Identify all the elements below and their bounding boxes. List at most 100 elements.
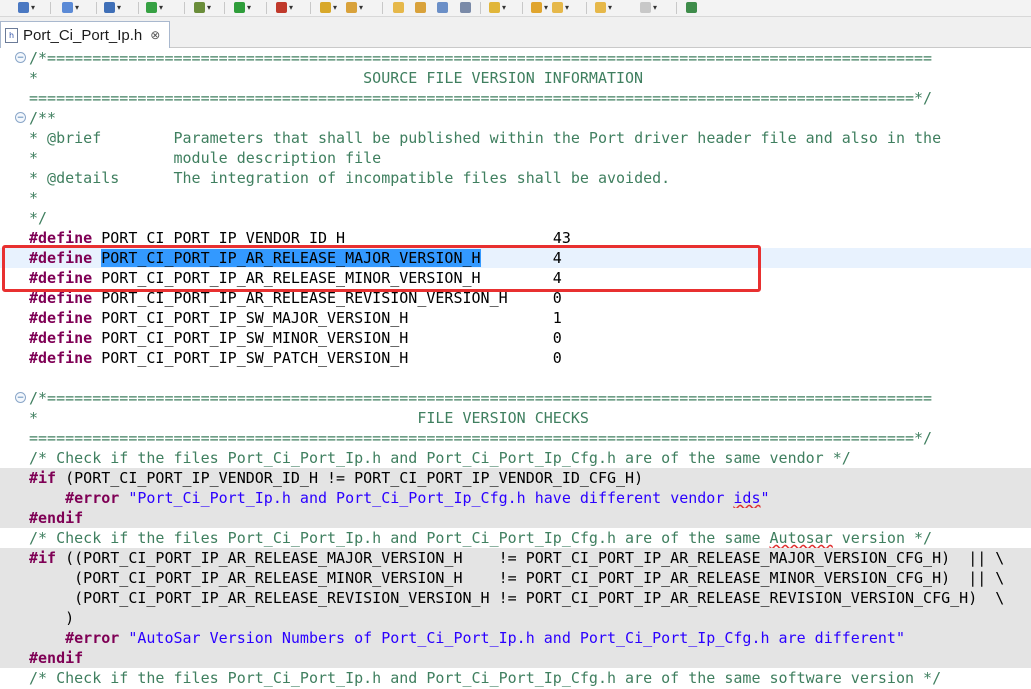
inactive-code-line: (PORT_CI_PORT_IP_AR_RELEASE_REVISION_VER…: [0, 588, 1031, 608]
dropdown-arrow-icon[interactable]: ▾: [117, 3, 121, 12]
pen-icon-glyph: [346, 2, 357, 13]
code-line: − /**: [0, 108, 1031, 128]
block-select-icon-glyph: [437, 2, 448, 13]
dropdown-arrow-icon[interactable]: ▾: [502, 3, 506, 12]
macro-name: PORT_CI_PORT_IP_AR_RELEASE_REVISION_VERS…: [101, 289, 508, 307]
define-line: #define PORT_CI_PORT_IP_AR_RELEASE_MINOR…: [0, 268, 1031, 288]
macro-value: 0: [552, 349, 562, 367]
back-icon-glyph: [552, 2, 563, 13]
dropdown-arrow-icon[interactable]: ▾: [207, 3, 211, 12]
back-icon[interactable]: ▾: [552, 1, 569, 14]
condition-text: ((PORT_CI_PORT_IP_AR_RELEASE_MAJOR_VERSI…: [56, 549, 1005, 567]
fold-collapse-icon[interactable]: −: [15, 112, 26, 123]
string-literal: "AutoSar Version Numbers of Port_Ci_Port…: [119, 629, 905, 647]
error-keyword: #error: [65, 489, 120, 507]
doc-text: The integration of incompatible files sh…: [173, 169, 671, 187]
pen-icon[interactable]: ▾: [346, 1, 363, 14]
dropdown-arrow-icon[interactable]: ▾: [359, 3, 363, 12]
dropdown-arrow-icon[interactable]: ▾: [565, 3, 569, 12]
comment-text: ========================================…: [29, 429, 933, 447]
toggle-mark-icon[interactable]: [415, 1, 426, 14]
refresh-icon[interactable]: ▾: [146, 1, 163, 14]
code-editor[interactable]: − /*====================================…: [0, 48, 1031, 689]
toolbar-separator: [586, 2, 587, 14]
pilcrow-icon-glyph: [460, 2, 471, 13]
code-line: ========================================…: [0, 428, 1031, 448]
highlight-icon-glyph: [393, 2, 404, 13]
comment-text: /**: [29, 109, 57, 127]
dropdown-arrow-icon[interactable]: ▾: [653, 3, 657, 12]
comment-text: /* Check if the files Port_Ci_Port_Ip.h …: [29, 669, 942, 687]
define-line: #define PORT_CI_PORT_IP_SW_PATCH_VERSION…: [0, 348, 1031, 368]
debug-icon-glyph: [194, 2, 205, 13]
new-window-icon[interactable]: [686, 1, 697, 14]
dropdown-arrow-icon[interactable]: ▾: [544, 3, 548, 12]
toolbar-separator: [224, 2, 225, 14]
fold-collapse-icon[interactable]: −: [15, 52, 26, 63]
code-line: /* Check if the files Port_Ci_Port_Ip.h …: [0, 668, 1031, 688]
tab-label: Port_Ci_Port_Ip.h: [23, 26, 143, 44]
macro-name: PORT_CI_PORT_IP_SW_PATCH_VERSION_H: [101, 349, 409, 367]
forward-icon[interactable]: ▾: [640, 1, 657, 14]
inactive-code-line: #if (PORT_CI_PORT_IP_VENDOR_ID_H != PORT…: [0, 468, 1031, 488]
code-line: /* Check if the files Port_Ci_Port_Ip.h …: [0, 448, 1031, 468]
block-select-icon[interactable]: [437, 1, 448, 14]
new-class-icon[interactable]: ▾: [104, 1, 121, 14]
doc-text: Parameters that shall be published withi…: [173, 129, 942, 147]
open-folder-icon-glyph: [320, 2, 331, 13]
open-folder-icon[interactable]: ▾: [320, 1, 337, 14]
project-icon-glyph: [18, 2, 29, 13]
dropdown-arrow-icon[interactable]: ▾: [289, 3, 293, 12]
string-literal: ": [760, 489, 770, 507]
doc-tag-brief: * @brief: [29, 129, 174, 147]
highlight-icon[interactable]: [393, 1, 404, 14]
close-tab-icon[interactable]: ⊗: [150, 28, 160, 42]
define-keyword: #define: [29, 269, 93, 287]
new-type-icon[interactable]: ▾: [62, 1, 79, 14]
define-line: #define PORT_CI_PORT_IP_VENDOR_ID_H 43: [0, 228, 1031, 248]
code-line: ========================================…: [0, 88, 1031, 108]
new-type-icon-glyph: [62, 2, 73, 13]
dropdown-arrow-icon[interactable]: ▾: [608, 3, 612, 12]
inactive-code-line: ): [0, 608, 1031, 628]
comment-text: version */: [832, 529, 933, 547]
error-keyword: #error: [65, 629, 120, 647]
back-history-icon[interactable]: ▾: [595, 1, 612, 14]
macro-name: PORT_CI_PORT_IP_SW_MAJOR_VERSION_H: [101, 309, 409, 327]
macro-value: 4: [552, 269, 562, 287]
define-line: #define PORT_CI_PORT_IP_AR_RELEASE_REVIS…: [0, 288, 1031, 308]
code-line: /* Check if the files Port_Ci_Port_Ip.h …: [0, 528, 1031, 548]
refresh-icon-glyph: [146, 2, 157, 13]
dropdown-arrow-icon[interactable]: ▾: [75, 3, 79, 12]
define-keyword: #define: [29, 289, 93, 307]
condition-text: (PORT_CI_PORT_IP_VENDOR_ID_H != PORT_CI_…: [56, 469, 644, 487]
run-icon[interactable]: ▾: [234, 1, 251, 14]
debug-icon[interactable]: ▾: [194, 1, 211, 14]
dropdown-arrow-icon[interactable]: ▾: [247, 3, 251, 12]
dropdown-arrow-icon[interactable]: ▾: [159, 3, 163, 12]
annotation-icon[interactable]: ▾: [489, 1, 506, 14]
fold-collapse-icon[interactable]: −: [15, 392, 26, 403]
new-window-icon-glyph: [686, 2, 697, 13]
condition-text: (PORT_CI_PORT_IP_AR_RELEASE_REVISION_VER…: [29, 589, 1005, 607]
project-icon[interactable]: ▾: [18, 1, 35, 14]
dropdown-arrow-icon[interactable]: ▾: [333, 3, 337, 12]
toolbar-separator: [50, 2, 51, 14]
comment-text: */: [29, 209, 48, 227]
dropdown-arrow-icon[interactable]: ▾: [31, 3, 35, 12]
macro-value: 0: [552, 289, 562, 307]
tab-port-ci-port-ip-h[interactable]: h Port_Ci_Port_Ip.h ⊗: [0, 21, 170, 48]
selected-macro-name[interactable]: PORT_CI_PORT_IP_AR_RELEASE_MAJOR_VERSION…: [101, 249, 481, 267]
comment-text: * module description file: [29, 149, 382, 167]
up-arrow-icon[interactable]: ▾: [531, 1, 548, 14]
inactive-code-line: #endif: [0, 648, 1031, 668]
pilcrow-icon[interactable]: [460, 1, 471, 14]
define-line: #define PORT_CI_PORT_IP_SW_MINOR_VERSION…: [0, 328, 1031, 348]
external-tools-icon[interactable]: ▾: [276, 1, 293, 14]
